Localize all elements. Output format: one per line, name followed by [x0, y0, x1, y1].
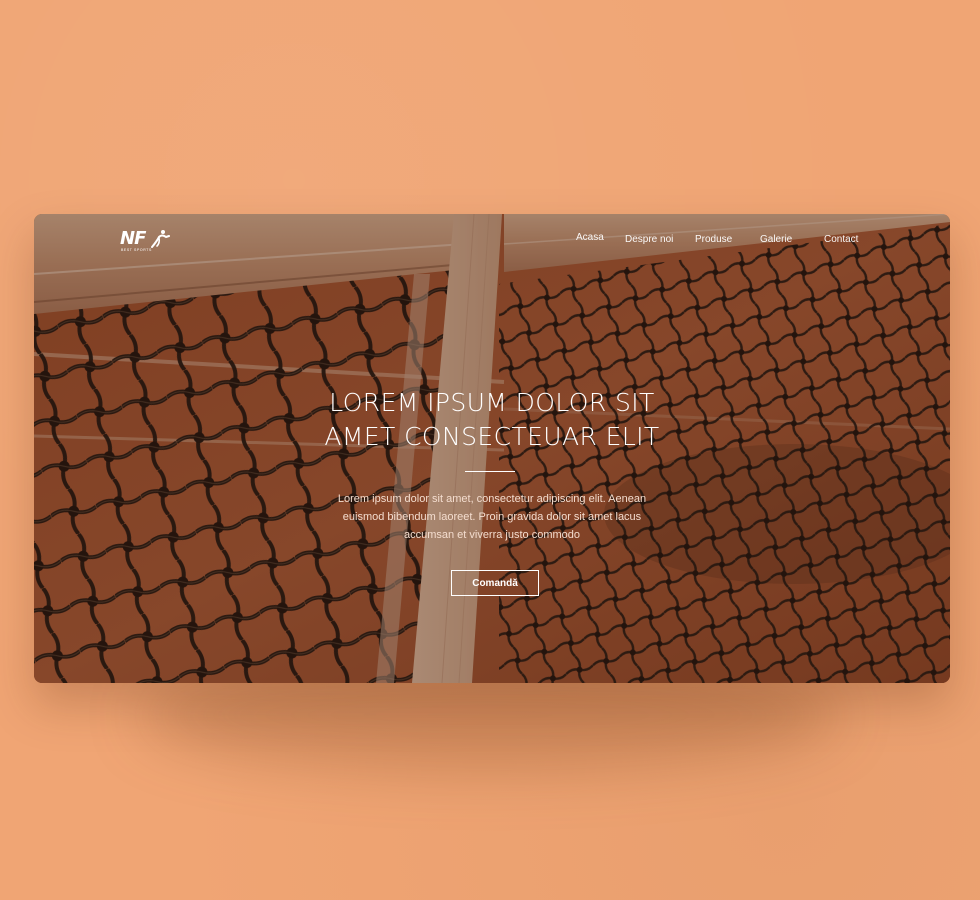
hero-description-line-3: accumsan et viverra justo commodo — [403, 529, 581, 541]
website-hero-preview: NF BEST SPORTS Acasa Despre noi Produse … — [34, 214, 950, 683]
nav-link-galerie[interactable]: Galerie — [760, 234, 792, 245]
nav-link-despre-noi[interactable]: Despre noi — [625, 234, 673, 245]
hero-headline-line-2: AMET CONSECTEUAR ELIT — [324, 422, 660, 451]
main-navigation: Acasa Despre noi Produse Galerie Contact — [34, 232, 950, 252]
nav-link-acasa[interactable]: Acasa — [576, 232, 604, 243]
hero-headline-line-1: LOREM IPSUM DOLOR SIT — [329, 388, 655, 417]
hero-description-line-2: euismod bibendum laoreet. Proin gravida … — [342, 511, 642, 523]
nav-link-produse[interactable]: Produse — [695, 234, 732, 245]
order-button[interactable]: Comandă — [451, 570, 539, 596]
nav-link-contact[interactable]: Contact — [824, 234, 858, 245]
headline-divider — [465, 471, 515, 472]
hero-description-line-1: Lorem ipsum dolor sit amet, consectetur … — [337, 493, 647, 505]
